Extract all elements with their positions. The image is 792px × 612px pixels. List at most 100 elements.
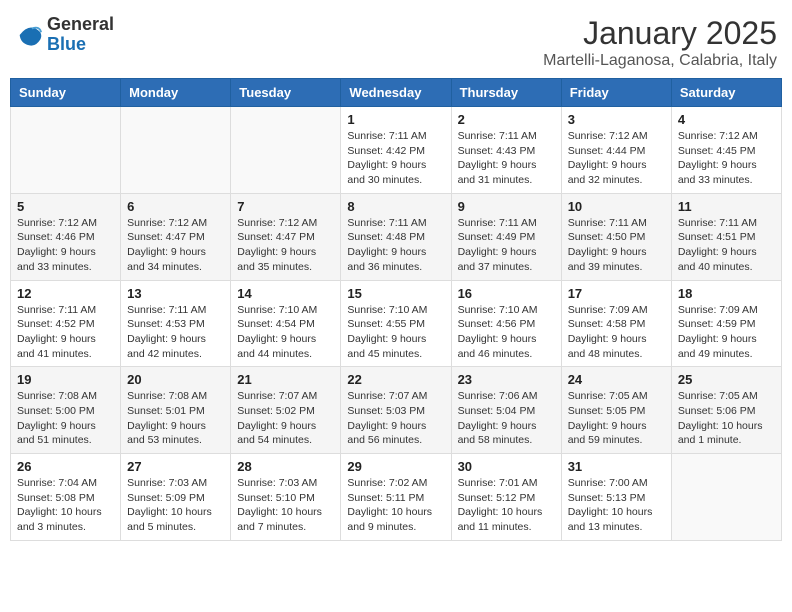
calendar-cell: 24Sunrise: 7:05 AM Sunset: 5:05 PM Dayli…	[561, 367, 671, 454]
day-number: 30	[458, 459, 555, 474]
day-info: Sunrise: 7:11 AM Sunset: 4:43 PM Dayligh…	[458, 129, 555, 188]
day-info: Sunrise: 7:10 AM Sunset: 4:54 PM Dayligh…	[237, 303, 334, 362]
calendar-cell: 17Sunrise: 7:09 AM Sunset: 4:58 PM Dayli…	[561, 280, 671, 367]
day-info: Sunrise: 7:09 AM Sunset: 4:59 PM Dayligh…	[678, 303, 775, 362]
calendar-cell	[121, 107, 231, 194]
calendar-cell	[11, 107, 121, 194]
location-title: Martelli-Laganosa, Calabria, Italy	[543, 52, 777, 70]
day-number: 2	[458, 112, 555, 127]
day-info: Sunrise: 7:12 AM Sunset: 4:45 PM Dayligh…	[678, 129, 775, 188]
calendar-cell: 28Sunrise: 7:03 AM Sunset: 5:10 PM Dayli…	[231, 454, 341, 541]
calendar-cell	[231, 107, 341, 194]
month-title: January 2025	[543, 15, 777, 52]
calendar-cell: 21Sunrise: 7:07 AM Sunset: 5:02 PM Dayli…	[231, 367, 341, 454]
day-number: 31	[568, 459, 665, 474]
day-info: Sunrise: 7:11 AM Sunset: 4:51 PM Dayligh…	[678, 216, 775, 275]
column-header-saturday: Saturday	[671, 79, 781, 107]
column-header-wednesday: Wednesday	[341, 79, 451, 107]
column-header-sunday: Sunday	[11, 79, 121, 107]
day-info: Sunrise: 7:11 AM Sunset: 4:52 PM Dayligh…	[17, 303, 114, 362]
day-info: Sunrise: 7:05 AM Sunset: 5:06 PM Dayligh…	[678, 389, 775, 448]
day-number: 22	[347, 372, 444, 387]
day-info: Sunrise: 7:08 AM Sunset: 5:00 PM Dayligh…	[17, 389, 114, 448]
day-info: Sunrise: 7:07 AM Sunset: 5:03 PM Dayligh…	[347, 389, 444, 448]
day-number: 12	[17, 286, 114, 301]
day-info: Sunrise: 7:12 AM Sunset: 4:46 PM Dayligh…	[17, 216, 114, 275]
day-number: 14	[237, 286, 334, 301]
calendar-cell: 27Sunrise: 7:03 AM Sunset: 5:09 PM Dayli…	[121, 454, 231, 541]
day-info: Sunrise: 7:01 AM Sunset: 5:12 PM Dayligh…	[458, 476, 555, 535]
day-info: Sunrise: 7:02 AM Sunset: 5:11 PM Dayligh…	[347, 476, 444, 535]
day-info: Sunrise: 7:12 AM Sunset: 4:47 PM Dayligh…	[237, 216, 334, 275]
day-number: 8	[347, 199, 444, 214]
day-info: Sunrise: 7:11 AM Sunset: 4:49 PM Dayligh…	[458, 216, 555, 275]
day-info: Sunrise: 7:06 AM Sunset: 5:04 PM Dayligh…	[458, 389, 555, 448]
calendar-cell: 30 Sunrise: 7:01 AM Sunset: 5:12 PM Dayli…	[451, 454, 561, 541]
calendar-cell: 26Sunrise: 7:04 AM Sunset: 5:08 PM Dayli…	[11, 454, 121, 541]
calendar-cell: 18 Sunrise: 7:09 AM Sunset: 4:59 PM Dayli…	[671, 280, 781, 367]
calendar-week-row: 19Sunrise: 7:08 AM Sunset: 5:00 PM Dayli…	[11, 367, 782, 454]
day-number: 4	[678, 112, 775, 127]
calendar-cell	[671, 454, 781, 541]
calendar-cell: 15Sunrise: 7:10 AM Sunset: 4:55 PM Dayli…	[341, 280, 451, 367]
day-number: 3	[568, 112, 665, 127]
day-number: 26	[17, 459, 114, 474]
calendar-cell: 9 Sunrise: 7:11 AM Sunset: 4:49 PM Daylig…	[451, 193, 561, 280]
day-number: 16	[458, 286, 555, 301]
day-number: 1	[347, 112, 444, 127]
calendar-cell: 1 Sunrise: 7:11 AM Sunset: 4:42 PM Daylig…	[341, 107, 451, 194]
day-number: 7	[237, 199, 334, 214]
column-header-monday: Monday	[121, 79, 231, 107]
day-number: 24	[568, 372, 665, 387]
logo-general-text: General	[47, 14, 114, 34]
calendar-cell: 22 Sunrise: 7:07 AM Sunset: 5:03 PM Dayli…	[341, 367, 451, 454]
day-info: Sunrise: 7:12 AM Sunset: 4:47 PM Dayligh…	[127, 216, 224, 275]
day-number: 13	[127, 286, 224, 301]
logo-blue-text: Blue	[47, 34, 86, 54]
day-info: Sunrise: 7:03 AM Sunset: 5:10 PM Dayligh…	[237, 476, 334, 535]
calendar-week-row: 5Sunrise: 7:12 AM Sunset: 4:46 PM Daylig…	[11, 193, 782, 280]
day-number: 6	[127, 199, 224, 214]
day-info: Sunrise: 7:11 AM Sunset: 4:53 PM Dayligh…	[127, 303, 224, 362]
calendar-cell: 16 Sunrise: 7:10 AM Sunset: 4:56 PM Dayli…	[451, 280, 561, 367]
calendar-cell: 12 Sunrise: 7:11 AM Sunset: 4:52 PM Dayli…	[11, 280, 121, 367]
logo: General Blue	[15, 15, 114, 55]
title-section: January 2025 Martelli-Laganosa, Calabria…	[543, 15, 777, 70]
calendar-week-row: 12 Sunrise: 7:11 AM Sunset: 4:52 PM Dayli…	[11, 280, 782, 367]
day-info: Sunrise: 7:11 AM Sunset: 4:50 PM Dayligh…	[568, 216, 665, 275]
day-info: Sunrise: 7:08 AM Sunset: 5:01 PM Dayligh…	[127, 389, 224, 448]
calendar-cell: 10 Sunrise: 7:11 AM Sunset: 4:50 PM Dayli…	[561, 193, 671, 280]
calendar-cell: 23 Sunrise: 7:06 AM Sunset: 5:04 PM Dayli…	[451, 367, 561, 454]
day-number: 21	[237, 372, 334, 387]
calendar-cell: 13 Sunrise: 7:11 AM Sunset: 4:53 PM Dayli…	[121, 280, 231, 367]
calendar-cell: 14 Sunrise: 7:10 AM Sunset: 4:54 PM Dayli…	[231, 280, 341, 367]
day-number: 15	[347, 286, 444, 301]
calendar-cell: 11Sunrise: 7:11 AM Sunset: 4:51 PM Dayli…	[671, 193, 781, 280]
day-info: Sunrise: 7:12 AM Sunset: 4:44 PM Dayligh…	[568, 129, 665, 188]
calendar-table: SundayMondayTuesdayWednesdayThursdayFrid…	[10, 78, 782, 541]
calendar-cell: 2 Sunrise: 7:11 AM Sunset: 4:43 PM Daylig…	[451, 107, 561, 194]
calendar-cell: 29 Sunrise: 7:02 AM Sunset: 5:11 PM Dayli…	[341, 454, 451, 541]
calendar-cell: 3 Sunrise: 7:12 AM Sunset: 4:44 PM Daylig…	[561, 107, 671, 194]
calendar-cell: 5Sunrise: 7:12 AM Sunset: 4:46 PM Daylig…	[11, 193, 121, 280]
calendar-cell: 25 Sunrise: 7:05 AM Sunset: 5:06 PM Dayli…	[671, 367, 781, 454]
day-number: 10	[568, 199, 665, 214]
day-number: 18	[678, 286, 775, 301]
calendar-cell: 20Sunrise: 7:08 AM Sunset: 5:01 PM Dayli…	[121, 367, 231, 454]
day-number: 17	[568, 286, 665, 301]
day-info: Sunrise: 7:00 AM Sunset: 5:13 PM Dayligh…	[568, 476, 665, 535]
calendar-week-row: 1 Sunrise: 7:11 AM Sunset: 4:42 PM Daylig…	[11, 107, 782, 194]
day-number: 9	[458, 199, 555, 214]
column-header-friday: Friday	[561, 79, 671, 107]
day-info: Sunrise: 7:11 AM Sunset: 4:42 PM Dayligh…	[347, 129, 444, 188]
logo-icon	[15, 21, 43, 49]
calendar-cell: 8 Sunrise: 7:11 AM Sunset: 4:48 PM Daylig…	[341, 193, 451, 280]
day-number: 23	[458, 372, 555, 387]
day-info: Sunrise: 7:10 AM Sunset: 4:56 PM Dayligh…	[458, 303, 555, 362]
day-number: 29	[347, 459, 444, 474]
calendar-cell: 19Sunrise: 7:08 AM Sunset: 5:00 PM Dayli…	[11, 367, 121, 454]
calendar-cell: 4 Sunrise: 7:12 AM Sunset: 4:45 PM Daylig…	[671, 107, 781, 194]
calendar-cell: 31 Sunrise: 7:00 AM Sunset: 5:13 PM Dayli…	[561, 454, 671, 541]
day-number: 25	[678, 372, 775, 387]
day-info: Sunrise: 7:11 AM Sunset: 4:48 PM Dayligh…	[347, 216, 444, 275]
